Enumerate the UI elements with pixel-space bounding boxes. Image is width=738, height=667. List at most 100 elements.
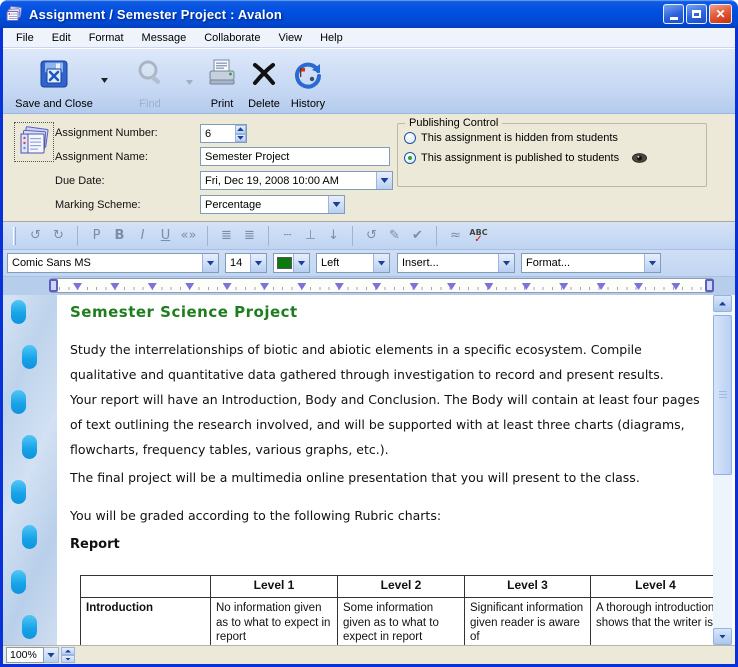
find-options-arrow[interactable]: [186, 80, 193, 85]
signature-icon[interactable]: ≈: [444, 228, 467, 243]
due-date-arrow[interactable]: [376, 172, 392, 189]
binding-pill: [22, 615, 37, 639]
bold-icon[interactable]: B: [108, 228, 131, 243]
menu-file[interactable]: File: [7, 30, 43, 46]
due-date-dropdown[interactable]: Fri, Dec 19, 2008 10:00 AM: [200, 171, 393, 190]
document-heading: Semester Science Project: [70, 303, 298, 321]
revert-icon[interactable]: ↺: [360, 228, 383, 243]
font-color-dropdown[interactable]: [273, 253, 310, 273]
assignment-number-input[interactable]: [201, 128, 235, 140]
alignment-arrow[interactable]: [373, 254, 389, 272]
tab-marker-icon[interactable]: ⊥: [299, 228, 322, 243]
scroll-down-button[interactable]: [713, 628, 732, 645]
tab-stop-marker[interactable]: [223, 283, 232, 290]
document-content[interactable]: Semester Science Project Study the inter…: [57, 295, 712, 645]
toolbar-grip[interactable]: [13, 227, 16, 245]
insert-dropdown[interactable]: Insert...: [397, 253, 515, 273]
minimize-button[interactable]: [663, 4, 684, 24]
scrollbar-thumb[interactable]: [713, 315, 732, 475]
menu-format[interactable]: Format: [80, 30, 133, 46]
published-radio[interactable]: [404, 152, 416, 164]
insert-break-icon[interactable]: ↓: [322, 228, 345, 243]
undo-icon[interactable]: ↺: [24, 228, 47, 243]
toolbar-separator: [207, 226, 208, 246]
redo-icon[interactable]: ↻: [47, 228, 70, 243]
menu-message[interactable]: Message: [133, 30, 196, 46]
save-options-arrow[interactable]: [101, 78, 108, 83]
marking-scheme-dropdown[interactable]: Percentage: [200, 195, 345, 214]
menu-view[interactable]: View: [269, 30, 311, 46]
alignment-dropdown[interactable]: Left: [316, 253, 390, 273]
assignment-number-stepper[interactable]: [200, 124, 247, 143]
assignment-name-input[interactable]: [201, 151, 389, 163]
zoom-up-button[interactable]: [61, 647, 75, 655]
marking-scheme-arrow[interactable]: [328, 196, 344, 213]
tab-stop-marker[interactable]: [148, 283, 157, 290]
menu-collaborate[interactable]: Collaborate: [195, 30, 269, 46]
font-family-arrow[interactable]: [202, 254, 218, 272]
indent-icon[interactable]: ≣: [215, 228, 238, 243]
maximize-button[interactable]: [686, 4, 707, 24]
outdent-icon[interactable]: ≣: [238, 228, 261, 243]
left-margin-marker[interactable]: [49, 279, 58, 292]
italic-icon[interactable]: I: [131, 228, 154, 243]
tab-stop-marker[interactable]: [260, 283, 269, 290]
scroll-up-button[interactable]: [713, 295, 732, 312]
find-button[interactable]: Find: [119, 56, 181, 110]
dotted-rule-icon[interactable]: ┄: [276, 228, 299, 243]
tab-stop-marker[interactable]: [671, 283, 680, 290]
spellcheck-icon[interactable]: ABC✓: [467, 229, 490, 243]
history-button[interactable]: History: [285, 56, 331, 110]
tab-stop-marker[interactable]: [559, 283, 568, 290]
tab-stop-marker[interactable]: [410, 283, 419, 290]
font-size-arrow[interactable]: [250, 254, 266, 272]
number-up-button[interactable]: [235, 125, 246, 134]
tab-stop-marker[interactable]: [597, 283, 606, 290]
tab-stop-marker[interactable]: [484, 283, 493, 290]
menu-edit[interactable]: Edit: [43, 30, 80, 46]
document-editor[interactable]: Semester Science Project Study the inter…: [3, 295, 735, 645]
vertical-scrollbar[interactable]: [713, 295, 732, 645]
tab-stop-marker[interactable]: [634, 283, 643, 290]
header-cell: [81, 576, 211, 598]
menu-help[interactable]: Help: [311, 30, 352, 46]
tab-stop-marker[interactable]: [447, 283, 456, 290]
accept-edit-icon[interactable]: ✔: [406, 228, 429, 243]
right-margin-marker[interactable]: [705, 279, 714, 292]
hidden-radio[interactable]: [404, 132, 416, 144]
number-down-button[interactable]: [235, 134, 246, 143]
insert-arrow[interactable]: [498, 254, 514, 272]
underline-icon[interactable]: U: [154, 228, 177, 243]
zoom-dropdown-arrow[interactable]: [44, 647, 59, 663]
plain-text-icon[interactable]: P: [85, 228, 108, 243]
pen-edit-icon[interactable]: ✎: [383, 228, 406, 243]
title-bar[interactable]: Assignment / Semester Project : Avalon ✕: [0, 0, 738, 28]
quotes-icon[interactable]: «»: [177, 228, 200, 243]
font-color-arrow[interactable]: [293, 254, 309, 272]
font-family-dropdown[interactable]: Comic Sans MS: [7, 253, 219, 273]
publishing-control-title: Publishing Control: [405, 117, 502, 129]
save-and-close-button[interactable]: Save and Close: [8, 56, 100, 110]
tab-stop-marker[interactable]: [335, 283, 344, 290]
tab-stop-marker[interactable]: [297, 283, 306, 290]
zoom-down-button[interactable]: [61, 655, 75, 663]
ruler[interactable]: [50, 278, 713, 293]
format-dropdown[interactable]: Format...: [521, 253, 661, 273]
font-size-dropdown[interactable]: 14: [225, 253, 267, 273]
delete-label: Delete: [243, 98, 285, 110]
tab-stop-marker[interactable]: [522, 283, 531, 290]
assignment-stack-icon[interactable]: [15, 123, 53, 161]
tab-stop-marker[interactable]: [73, 283, 82, 290]
main-toolbar: Save and Close Find: [3, 48, 735, 114]
paragraph: Study the interrelationships of biotic a…: [70, 337, 705, 387]
close-button[interactable]: ✕: [709, 4, 732, 24]
due-date-value: Fri, Dec 19, 2008 10:00 AM: [201, 175, 339, 187]
format-arrow[interactable]: [644, 254, 660, 272]
assignment-name-field[interactable]: [200, 147, 390, 166]
delete-button[interactable]: Delete: [243, 56, 285, 110]
tab-stop-marker[interactable]: [110, 283, 119, 290]
zoom-control[interactable]: 100%: [6, 647, 75, 663]
print-button[interactable]: Print: [203, 56, 241, 110]
tab-stop-marker[interactable]: [185, 283, 194, 290]
tab-stop-marker[interactable]: [372, 283, 381, 290]
